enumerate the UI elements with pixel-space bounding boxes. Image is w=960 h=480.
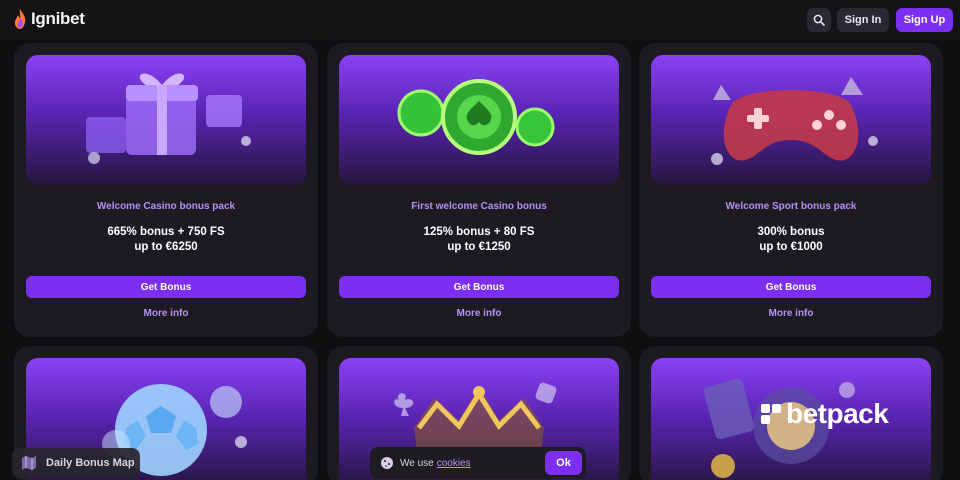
get-bonus-button[interactable]: Get Bonus	[339, 276, 619, 298]
sign-in-button[interactable]: Sign In	[837, 8, 889, 32]
card-offer-line2: up to €1000	[759, 241, 823, 253]
card-offer-line1: 125% bonus + 80 FS	[423, 226, 535, 238]
map-icon	[22, 456, 36, 470]
bonus-card-first-welcome-casino: First welcome Casino bonus 125% bonus + …	[327, 43, 631, 337]
card-offer-line2: up to €6250	[134, 241, 198, 253]
card-title: First welcome Casino bonus	[411, 201, 547, 212]
more-info-link[interactable]: More info	[639, 308, 943, 319]
cookie-icon	[381, 457, 393, 469]
betpack-logo-icon	[761, 404, 781, 424]
daily-bonus-map-button[interactable]: Daily Bonus Map	[12, 448, 140, 478]
get-bonus-button[interactable]: Get Bonus	[26, 276, 306, 298]
betpack-watermark: betpack	[760, 398, 889, 430]
brand-name: Ignibet	[31, 9, 85, 28]
brand-logo[interactable]: Ignibet	[13, 8, 85, 30]
card-offer: 300% bonus up to €1000	[639, 225, 943, 255]
bonus-card-welcome-sport: Welcome Sport bonus pack 300% bonus up t…	[639, 43, 943, 337]
card-title: Welcome Casino bonus pack	[96, 201, 236, 212]
cookie-ok-button[interactable]: Ok	[545, 451, 582, 475]
watermark-text: betpack	[786, 398, 889, 429]
more-info-link[interactable]: More info	[14, 308, 318, 319]
get-bonus-button[interactable]: Get Bonus	[651, 276, 931, 298]
more-info-link[interactable]: More info	[327, 308, 631, 319]
daily-bonus-map-label: Daily Bonus Map	[46, 457, 135, 469]
search-icon	[813, 14, 825, 26]
card-offer-line1: 665% bonus + 750 FS	[107, 226, 225, 238]
gamepad-illustration	[651, 55, 931, 185]
cookies-link[interactable]: cookies	[437, 458, 471, 469]
casino-chips-illustration	[339, 55, 619, 185]
top-header: Ignibet Sign In Sign Up	[0, 0, 960, 40]
cookie-text: We use	[400, 457, 434, 469]
card-offer-line1: 300% bonus	[757, 226, 825, 238]
sign-up-button[interactable]: Sign Up	[896, 8, 953, 32]
search-button[interactable]	[807, 8, 831, 32]
gift-boxes-illustration	[26, 55, 306, 185]
card-title: Welcome Sport bonus pack	[725, 201, 857, 212]
card-offer: 665% bonus + 750 FS up to €6250	[14, 225, 318, 255]
flame-icon	[14, 9, 26, 29]
card-offer-line2: up to €1250	[447, 241, 511, 253]
cookie-banner: We use cookies Ok	[370, 447, 586, 479]
bonus-card-welcome-casino: Welcome Casino bonus pack 665% bonus + 7…	[14, 43, 318, 337]
card-offer: 125% bonus + 80 FS up to €1250	[327, 225, 631, 255]
